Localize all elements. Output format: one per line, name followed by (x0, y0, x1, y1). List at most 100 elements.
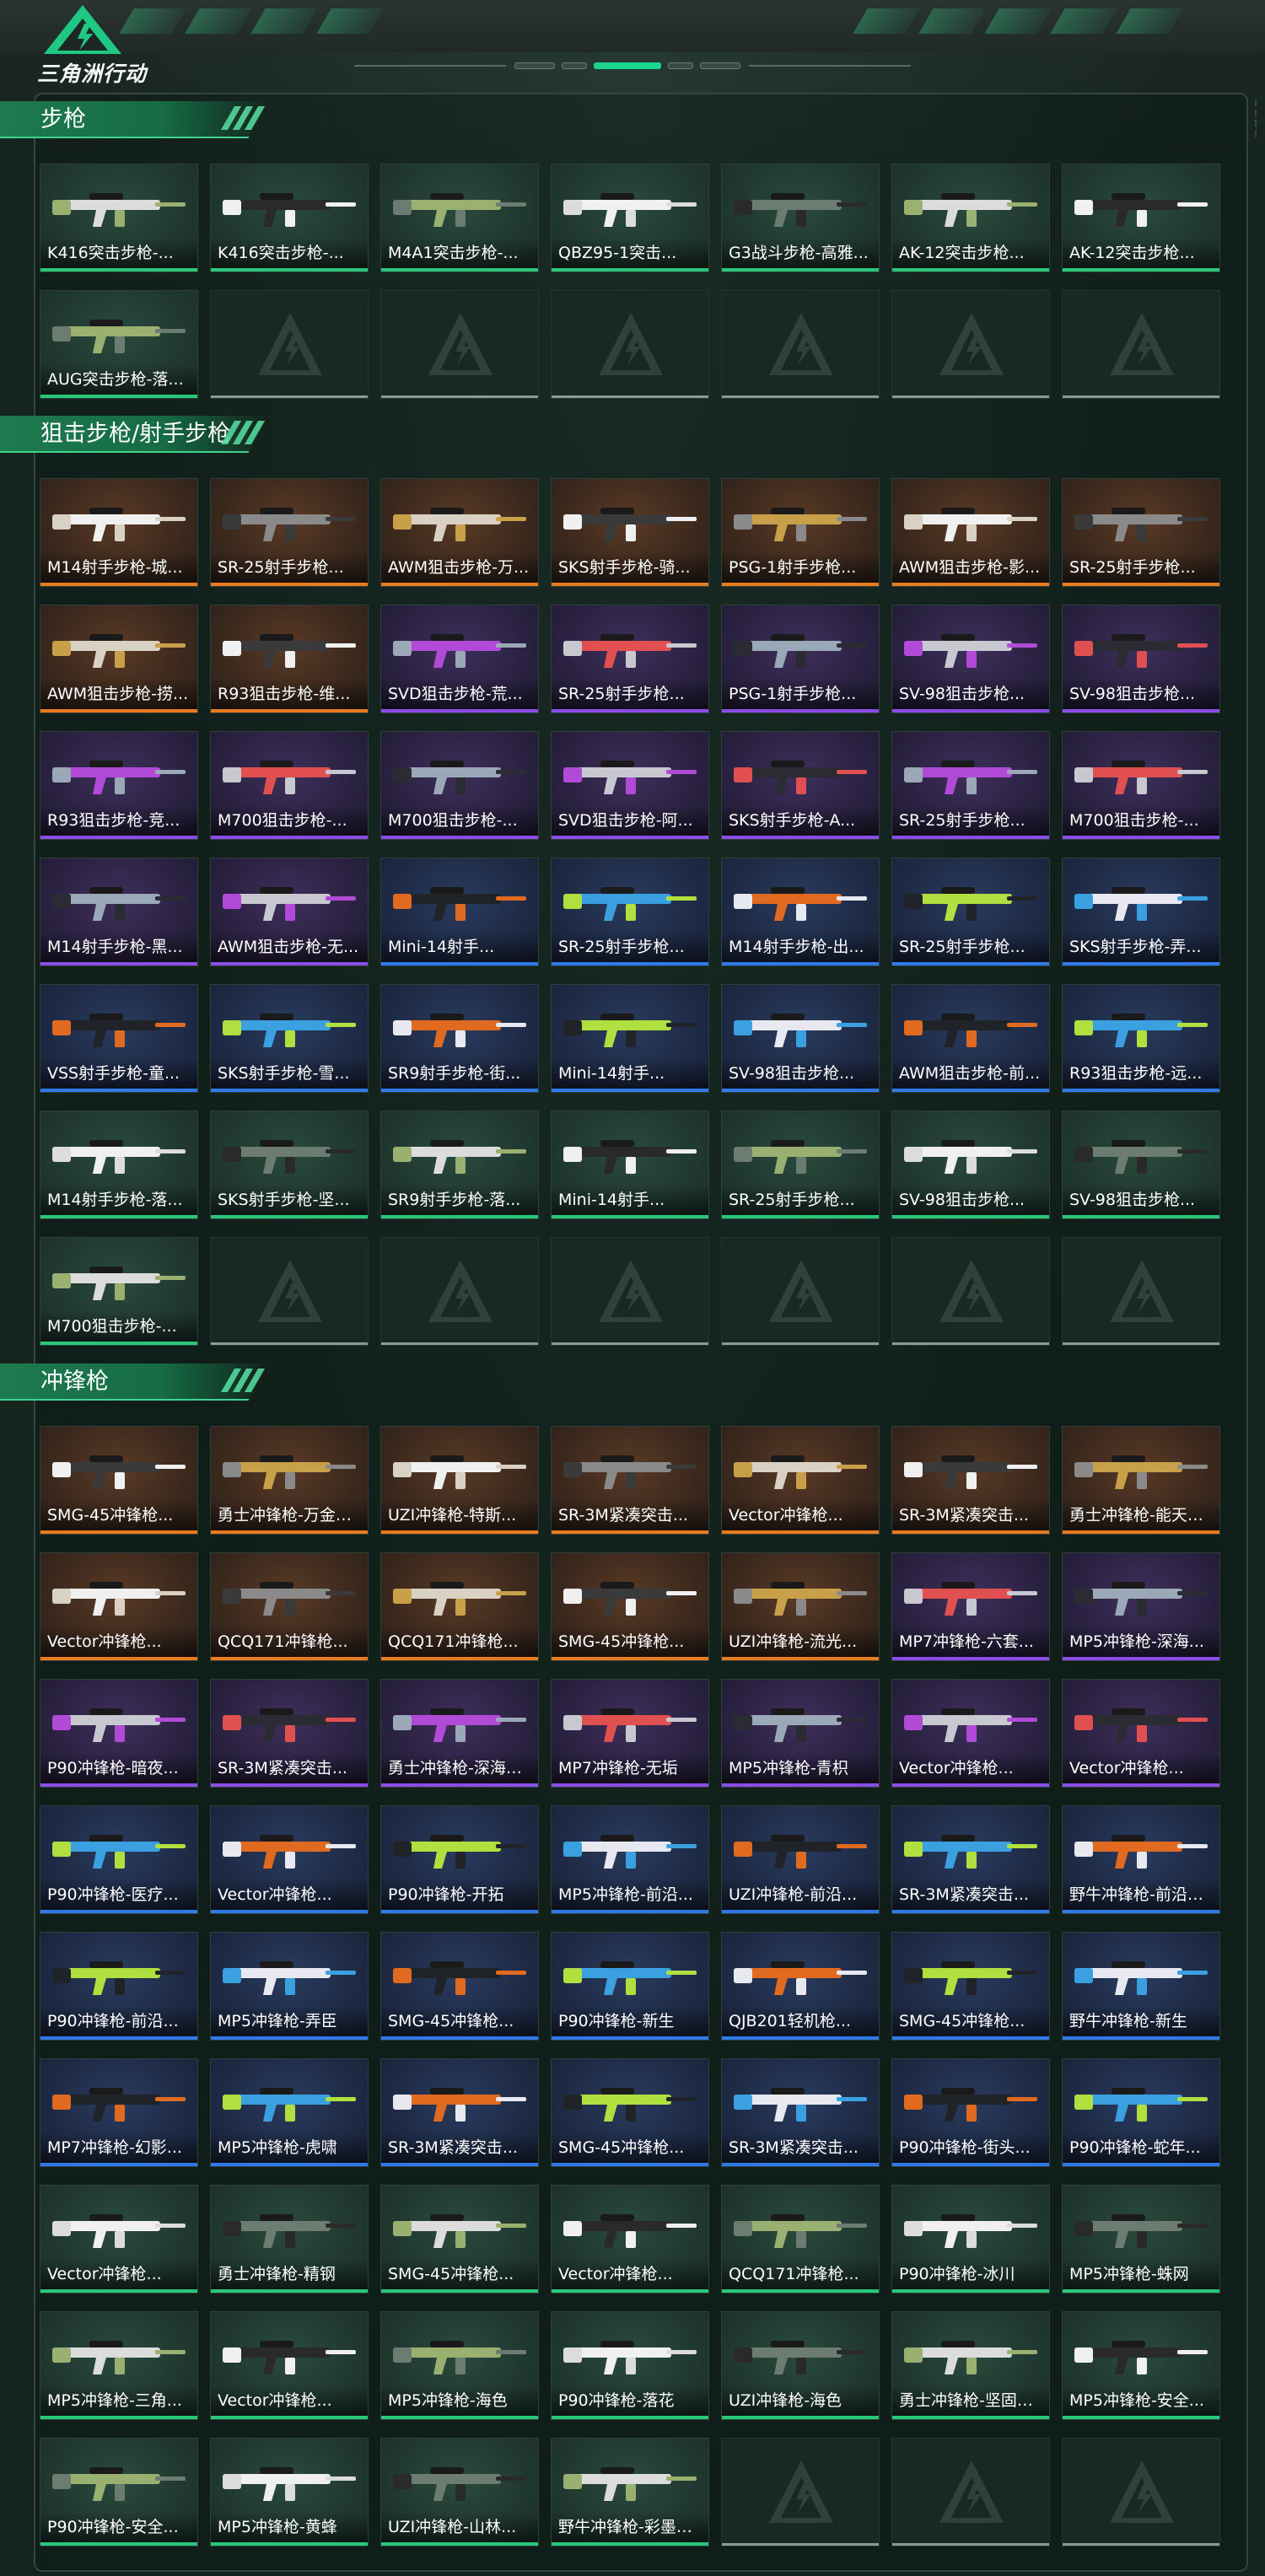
weapon-card[interactable]: AK-12突击步枪... (1062, 164, 1220, 272)
weapon-card[interactable]: MP5冲锋枪-青枳 (721, 1679, 880, 1788)
weapon-card[interactable]: UZI冲锋枪-特斯... (380, 1426, 539, 1535)
weapon-card[interactable]: P90冲锋枪-暗夜... (40, 1679, 198, 1788)
weapon-card[interactable]: M700狙击步枪-... (210, 731, 369, 840)
weapon-card[interactable]: P90冲锋枪-安全... (40, 2438, 198, 2546)
weapon-card[interactable]: SR-3M紧凑突击... (721, 2058, 880, 2167)
weapon-card[interactable]: SV-98狙击步枪... (891, 605, 1050, 713)
weapon-card[interactable]: MP5冲锋枪-安全... (1062, 2311, 1220, 2420)
weapon-card[interactable]: SKS射手步枪-骑... (551, 478, 709, 587)
weapon-card[interactable]: SVD狙击步枪-荒... (380, 605, 539, 713)
weapon-card[interactable]: MP7冲锋枪-无垢 (551, 1679, 709, 1788)
weapon-card[interactable]: SKS射手步枪-弄... (1062, 858, 1220, 966)
weapon-card[interactable]: MP7冲锋枪-幻影... (40, 2058, 198, 2167)
weapon-card[interactable]: SMG-45冲锋枪... (380, 2185, 539, 2294)
weapon-card[interactable]: MP5冲锋枪-前沿... (551, 1805, 709, 1914)
weapon-card[interactable]: Vector冲锋枪... (721, 1426, 880, 1535)
weapon-card[interactable]: SR-25射手步枪... (891, 731, 1050, 840)
weapon-card[interactable]: SV-98狙击步枪... (1062, 605, 1220, 713)
weapon-card[interactable]: MP5冲锋枪-海色 (380, 2311, 539, 2420)
weapon-card[interactable]: M700狙击步枪-... (1062, 731, 1220, 840)
weapon-card[interactable]: Vector冲锋枪... (551, 2185, 709, 2294)
weapon-card[interactable]: 野牛冲锋枪-前沿科... (1062, 1805, 1220, 1914)
weapon-card[interactable]: SR-3M紧凑突击... (891, 1426, 1050, 1535)
weapon-card[interactable]: SR9射手步枪-街... (380, 984, 539, 1093)
weapon-card[interactable]: Mini-14射手... (551, 984, 709, 1093)
weapon-card[interactable]: QBZ95-1突击... (551, 164, 709, 272)
weapon-card[interactable]: SV-98狙击步枪... (721, 984, 880, 1093)
weapon-card[interactable]: SR-3M紧凑突击... (551, 1426, 709, 1535)
weapon-card[interactable]: M14射手步枪-黑... (40, 858, 198, 966)
weapon-card[interactable]: SMG-45冲锋枪... (891, 1932, 1050, 2041)
weapon-card[interactable]: SKS射手步枪-A... (721, 731, 880, 840)
weapon-card[interactable]: MP5冲锋枪-深海... (1062, 1552, 1220, 1661)
weapon-card[interactable]: PSG-1射手步枪... (721, 478, 880, 587)
weapon-card[interactable]: AWM狙击步枪-万... (380, 478, 539, 587)
weapon-card[interactable]: SR-25射手步枪... (1062, 478, 1220, 587)
weapon-card[interactable]: UZI冲锋枪-前沿... (721, 1805, 880, 1914)
scrollbar-grip-icon[interactable]: ⁞ ⁞ ⁞ ⁞ (1252, 99, 1260, 150)
weapon-card[interactable]: 野牛冲锋枪-彩墨喷... (551, 2438, 709, 2546)
weapon-card[interactable]: 勇士冲锋枪-坚固材... (891, 2311, 1050, 2420)
weapon-card[interactable]: P90冲锋枪-落花 (551, 2311, 709, 2420)
weapon-card[interactable]: MP5冲锋枪-弄臣 (210, 1932, 369, 2041)
weapon-card[interactable]: AWM狙击步枪-前... (891, 984, 1050, 1093)
weapon-card[interactable]: MP5冲锋枪-虎啸 (210, 2058, 369, 2167)
weapon-card[interactable]: MP5冲锋枪-三角... (40, 2311, 198, 2420)
weapon-card[interactable]: 勇士冲锋枪-能天使... (1062, 1426, 1220, 1535)
weapon-card[interactable]: K416突击步枪-... (210, 164, 369, 272)
weapon-card[interactable]: P90冲锋枪-开拓 (380, 1805, 539, 1914)
weapon-card[interactable]: R93狙击步枪-维... (210, 605, 369, 713)
weapon-card[interactable]: SR-25射手步枪... (721, 1111, 880, 1219)
weapon-card[interactable]: M14射手步枪-出... (721, 858, 880, 966)
weapon-card[interactable]: G3战斗步枪-高雅... (721, 164, 880, 272)
weapon-card[interactable]: MP5冲锋枪-黄蜂 (210, 2438, 369, 2546)
weapon-card[interactable]: R93狙击步枪-竞... (40, 731, 198, 840)
weapon-card[interactable]: SR-25射手步枪... (551, 605, 709, 713)
weapon-card[interactable]: P90冲锋枪-前沿... (40, 1932, 198, 2041)
weapon-card[interactable]: Vector冲锋枪... (40, 1552, 198, 1661)
weapon-card[interactable]: P90冲锋枪-医疗... (40, 1805, 198, 1914)
weapon-card[interactable]: P90冲锋枪-街头... (891, 2058, 1050, 2167)
weapon-card[interactable]: P90冲锋枪-新生 (551, 1932, 709, 2041)
weapon-card[interactable]: AWM狙击步枪-捞... (40, 605, 198, 713)
weapon-card[interactable]: M700狙击步枪-... (380, 731, 539, 840)
weapon-card[interactable]: QCQ171冲锋枪... (380, 1552, 539, 1661)
weapon-card[interactable]: SR-3M紧凑突击... (210, 1679, 369, 1788)
weapon-card[interactable]: P90冲锋枪-冰川 (891, 2185, 1050, 2294)
weapon-card[interactable]: SKS射手步枪-雪... (210, 984, 369, 1093)
weapon-card[interactable]: SMG-45冲锋枪... (40, 1426, 198, 1535)
weapon-card[interactable]: Mini-14射手... (380, 858, 539, 966)
weapon-card[interactable]: UZI冲锋枪-海色 (721, 2311, 880, 2420)
weapon-card[interactable]: M700狙击步枪-... (40, 1237, 198, 1346)
weapon-card[interactable]: Vector冲锋枪... (40, 2185, 198, 2294)
weapon-card[interactable]: Vector冲锋枪... (891, 1679, 1050, 1788)
weapon-card[interactable]: M14射手步枪-落... (40, 1111, 198, 1219)
weapon-card[interactable]: Vector冲锋枪... (210, 2311, 369, 2420)
weapon-card[interactable]: UZI冲锋枪-流光... (721, 1552, 880, 1661)
weapon-card[interactable]: SMG-45冲锋枪... (551, 2058, 709, 2167)
weapon-card[interactable]: 勇士冲锋枪-万金泪... (210, 1426, 369, 1535)
weapon-card[interactable]: P90冲锋枪-蛇年... (1062, 2058, 1220, 2167)
weapon-card[interactable]: 勇士冲锋枪-深海恐... (380, 1679, 539, 1788)
weapon-card[interactable]: SR9射手步枪-落... (380, 1111, 539, 1219)
weapon-card[interactable]: SMG-45冲锋枪... (380, 1932, 539, 2041)
weapon-card[interactable]: SR-3M紧凑突击... (380, 2058, 539, 2167)
weapon-card[interactable]: QJB201轻机枪... (721, 1932, 880, 2041)
weapon-card[interactable]: SR-25射手步枪... (891, 858, 1050, 966)
weapon-card[interactable]: SR-25射手步枪... (551, 858, 709, 966)
weapon-card[interactable]: SKS射手步枪-坚... (210, 1111, 369, 1219)
weapon-card[interactable]: VSS射手步枪-童... (40, 984, 198, 1093)
weapon-card[interactable]: M4A1突击步枪-... (380, 164, 539, 272)
weapon-card[interactable]: SR-25射手步枪... (210, 478, 369, 587)
weapon-card[interactable]: R93狙击步枪-远... (1062, 984, 1220, 1093)
weapon-card[interactable]: Vector冲锋枪... (210, 1805, 369, 1914)
weapon-card[interactable]: MP7冲锋枪-六套... (891, 1552, 1050, 1661)
weapon-card[interactable]: QCQ171冲锋枪... (210, 1552, 369, 1661)
weapon-card[interactable]: M14射手步枪-城... (40, 478, 198, 587)
weapon-card[interactable]: 勇士冲锋枪-精钢 (210, 2185, 369, 2294)
weapon-card[interactable]: Vector冲锋枪... (1062, 1679, 1220, 1788)
weapon-card[interactable]: QCQ171冲锋枪... (721, 2185, 880, 2294)
weapon-card[interactable]: SR-3M紧凑突击... (891, 1805, 1050, 1914)
weapon-card[interactable]: MP5冲锋枪-蛛网 (1062, 2185, 1220, 2294)
weapon-card[interactable]: SVD狙击步枪-阿... (551, 731, 709, 840)
